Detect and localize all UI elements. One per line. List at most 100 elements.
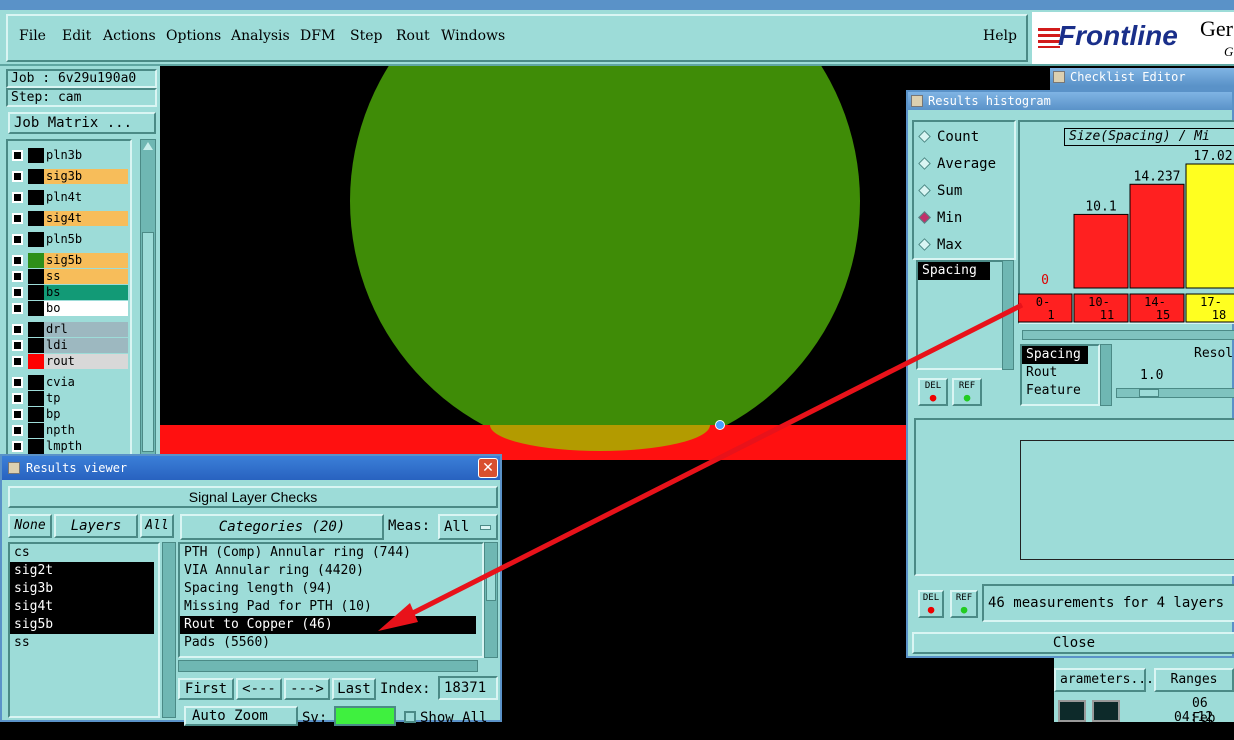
auto-zoom-dropdown[interactable]: Auto Zoom [184, 706, 298, 726]
menu-help[interactable]: Help [983, 28, 1017, 44]
tool-icon-1[interactable] [1058, 700, 1086, 722]
layer-row-cvia[interactable]: cvia [10, 375, 128, 390]
menu-analysis[interactable]: Analysis [231, 28, 290, 44]
parameters-button[interactable]: arameters... [1054, 668, 1154, 692]
menu-edit[interactable]: Edit [62, 28, 91, 44]
next-button[interactable]: ---> [284, 678, 330, 700]
category-item[interactable]: VIA Annular ring (4420) [180, 562, 476, 580]
option-count[interactable]: Count [918, 128, 979, 146]
layer-checkbox[interactable] [12, 234, 23, 245]
histogram-bar[interactable] [1073, 213, 1129, 289]
field-item[interactable]: Spacing [918, 262, 990, 280]
category-scroll-thumb[interactable] [486, 573, 496, 601]
layer-row-bo[interactable]: bo [10, 301, 128, 316]
option-min[interactable]: Min [918, 209, 962, 227]
measurement-marker[interactable] [715, 420, 725, 430]
viewer-layer-item[interactable]: cs [10, 544, 154, 562]
viewer-close-button[interactable]: ✕ [478, 458, 498, 478]
layer-checkbox[interactable] [12, 271, 23, 282]
menu-step[interactable]: Step [350, 28, 382, 44]
layer-checkbox[interactable] [12, 255, 23, 266]
all-button[interactable]: All [140, 514, 174, 538]
viewer-layer-item[interactable]: sig4t [10, 598, 154, 616]
sv-color-swatch[interactable] [334, 706, 396, 726]
layer-row-lmpth[interactable]: lmpth [10, 439, 128, 454]
histogram-bar[interactable] [1185, 163, 1234, 289]
layer-checkbox[interactable] [12, 150, 23, 161]
category-hscrollbar[interactable] [178, 660, 478, 672]
layer-checkbox[interactable] [12, 192, 23, 203]
menu-dfm[interactable]: DFM [300, 28, 335, 44]
layer-row-pln5b[interactable]: pln5b [10, 232, 128, 247]
none-button[interactable]: None [8, 514, 52, 538]
layer-scrollbar[interactable] [140, 139, 156, 459]
ref-button[interactable]: REF ● [952, 378, 982, 406]
del-button[interactable]: DEL ● [918, 378, 948, 406]
attr-item-feature[interactable]: Feature [1022, 382, 1098, 400]
prev-button[interactable]: <--- [236, 678, 282, 700]
viewer-layer-scrollbar[interactable] [162, 542, 176, 718]
ref-button-2[interactable]: REF ● [950, 590, 978, 618]
viewer-layer-item[interactable]: sig5b [10, 616, 154, 634]
field-scrollbar[interactable] [1002, 260, 1014, 370]
layer-row-pln3b[interactable]: pln3b [10, 148, 128, 163]
category-item[interactable]: Pads (5560) [180, 634, 476, 652]
layer-row-sig3b[interactable]: sig3b [10, 169, 128, 184]
layer-row-bs[interactable]: bs [10, 285, 128, 300]
layer-checkbox[interactable] [12, 409, 23, 420]
job-matrix-button[interactable]: Job Matrix ... [8, 112, 156, 134]
layer-row-bp[interactable]: bp [10, 407, 128, 422]
attr-item-spacing[interactable]: Spacing [1022, 346, 1088, 364]
layer-row-tp[interactable]: tp [10, 391, 128, 406]
categories-button[interactable]: Categories (20) [180, 514, 384, 540]
layer-row-sig4t[interactable]: sig4t [10, 211, 128, 226]
menu-windows[interactable]: Windows [441, 28, 505, 44]
layer-checkbox[interactable] [12, 393, 23, 404]
category-item[interactable]: Missing Pad for PTH (10) [180, 598, 476, 616]
layer-checkbox[interactable] [12, 303, 23, 314]
close-button[interactable]: Close [912, 632, 1234, 654]
layer-row-drl[interactable]: drl [10, 322, 128, 337]
layer-checkbox[interactable] [12, 324, 23, 335]
category-scrollbar[interactable] [484, 542, 498, 658]
attr-scrollbar[interactable] [1100, 344, 1112, 406]
meas-dropdown[interactable]: All [438, 514, 498, 540]
ranges-button[interactable]: Ranges [1154, 668, 1234, 692]
option-sum[interactable]: Sum [918, 182, 962, 200]
layer-row-sig5b[interactable]: sig5b [10, 253, 128, 268]
layer-row-ldi[interactable]: ldi [10, 338, 128, 353]
layer-checkbox[interactable] [12, 425, 23, 436]
tool-icon-2[interactable] [1092, 700, 1120, 722]
layers-button[interactable]: Layers [54, 514, 138, 538]
attr-item-rout[interactable]: Rout [1022, 364, 1098, 382]
option-max[interactable]: Max [918, 236, 962, 254]
scroll-thumb[interactable] [142, 232, 154, 452]
category-item[interactable]: Rout to Copper (46) [180, 616, 476, 634]
layer-checkbox[interactable] [12, 377, 23, 388]
resol-slider[interactable] [1116, 388, 1234, 398]
layer-checkbox[interactable] [12, 441, 23, 452]
viewer-layer-item[interactable]: sig2t [10, 562, 154, 580]
layer-checkbox[interactable] [12, 171, 23, 182]
category-item[interactable]: PTH (Comp) Annular ring (744) [180, 544, 476, 562]
layer-checkbox[interactable] [12, 213, 23, 224]
chart-scrollbar[interactable] [1022, 330, 1234, 340]
index-input[interactable]: 18371 [438, 676, 498, 700]
layer-checkbox[interactable] [12, 356, 23, 367]
menu-rout[interactable]: Rout [396, 28, 430, 44]
first-button[interactable]: First [178, 678, 234, 700]
scroll-up-icon[interactable] [143, 142, 153, 150]
histogram-bar[interactable] [1129, 183, 1185, 289]
last-button[interactable]: Last [332, 678, 376, 700]
layer-row-rout[interactable]: rout [10, 354, 128, 369]
layer-row-npth[interactable]: npth [10, 423, 128, 438]
viewer-layer-item[interactable]: ss [10, 634, 154, 652]
menu-options[interactable]: Options [166, 28, 221, 44]
category-item[interactable]: Spacing length (94) [180, 580, 476, 598]
layer-row-pln4t[interactable]: pln4t [10, 190, 128, 205]
viewer-layer-item[interactable]: sig3b [10, 580, 154, 598]
layer-checkbox[interactable] [12, 340, 23, 351]
menu-file[interactable]: File [19, 28, 46, 44]
del-button-2[interactable]: DEL ● [918, 590, 944, 618]
resol-slider-thumb[interactable] [1139, 389, 1159, 397]
